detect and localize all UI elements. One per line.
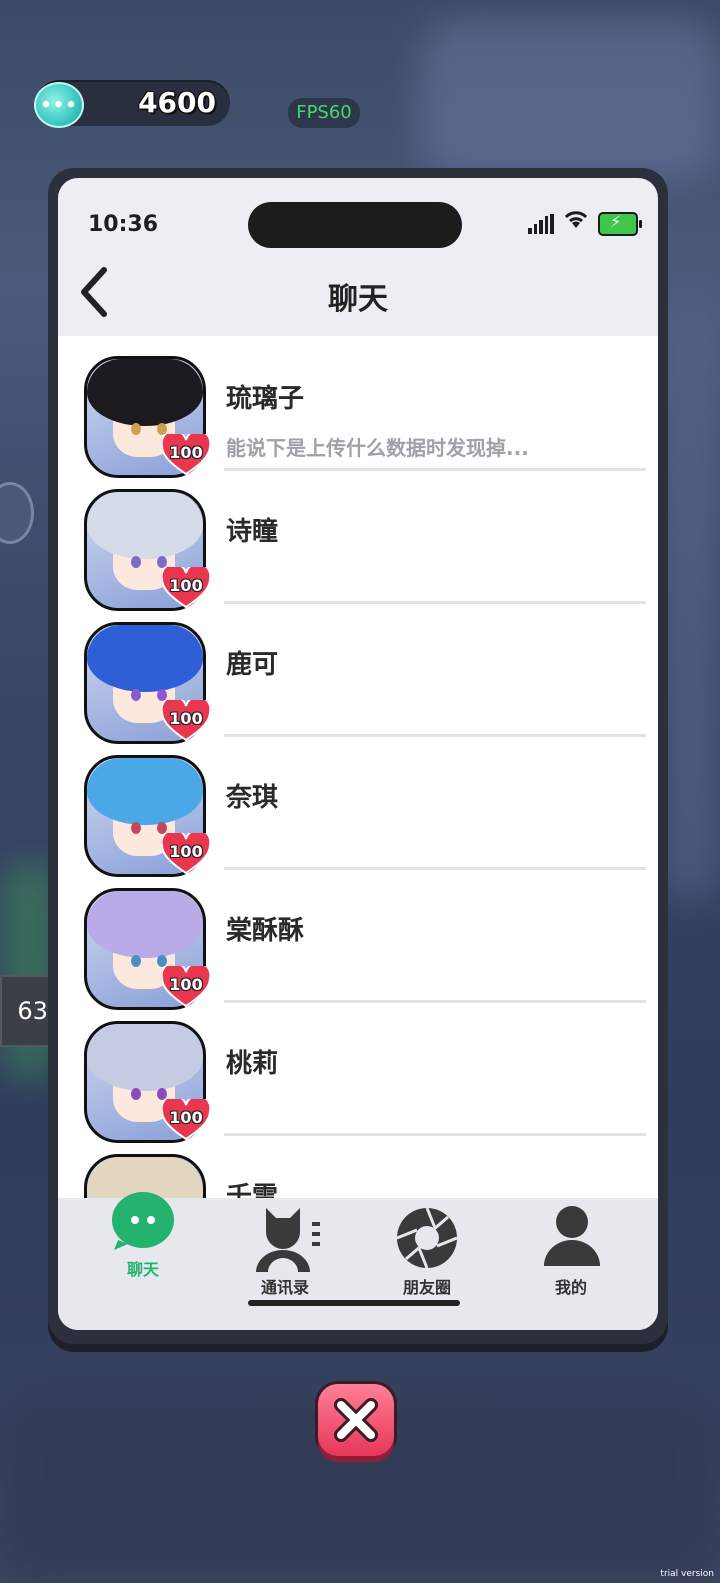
affinity-value: 100 bbox=[169, 443, 203, 462]
background-scene bbox=[420, 20, 720, 180]
chat-row[interactable]: 100 鹿可 bbox=[58, 602, 658, 744]
message-preview: 能说下是上传什么数据时发现掉... bbox=[226, 436, 529, 460]
home-indicator[interactable] bbox=[248, 1300, 460, 1306]
phone-frame: 10:36 ⚡ 聊天 100 琉璃子 能说下是上传什么数据时发现掉... 100… bbox=[48, 168, 668, 1344]
chat-row[interactable]: 100 奈琪 bbox=[58, 735, 658, 877]
chat-row[interactable]: 100 棠酥酥 bbox=[58, 868, 658, 1010]
contact-name: 鹿可 bbox=[226, 650, 279, 680]
contact-name: 奈琪 bbox=[226, 783, 279, 813]
profile-icon bbox=[544, 1206, 600, 1266]
chat-row[interactable]: 100 诗瞳 bbox=[58, 469, 658, 611]
chat-row[interactable]: 100 桃莉 bbox=[58, 1001, 658, 1143]
chat-coin-icon: ••• bbox=[34, 82, 84, 128]
contact-name: 千雪 bbox=[226, 1182, 279, 1198]
affinity-heart-badge: 100 bbox=[160, 1094, 212, 1141]
status-time: 10:36 bbox=[88, 212, 159, 237]
affinity-value: 100 bbox=[169, 576, 203, 595]
dynamic-island bbox=[248, 202, 462, 248]
tab-label: 通讯录 bbox=[260, 1278, 309, 1297]
phone-screen: 10:36 ⚡ 聊天 100 琉璃子 能说下是上传什么数据时发现掉... 100… bbox=[58, 178, 658, 1330]
contact-name: 诗瞳 bbox=[226, 517, 279, 547]
chat-bubble-icon bbox=[112, 1192, 174, 1250]
tab-moments[interactable]: 朋友圈 bbox=[362, 1198, 492, 1308]
affinity-heart-badge: 100 bbox=[160, 828, 212, 875]
status-bar: 10:36 ⚡ bbox=[58, 178, 658, 248]
chat-row[interactable]: 100 琉璃子 能说下是上传什么数据时发现掉... bbox=[58, 336, 658, 478]
tab-label: 聊天 bbox=[126, 1260, 159, 1279]
contacts-icon bbox=[256, 1208, 320, 1272]
affinity-heart-badge: 100 bbox=[160, 961, 212, 1008]
affinity-heart-badge: 100 bbox=[160, 562, 212, 609]
close-button[interactable] bbox=[318, 1384, 394, 1456]
tab-chat[interactable]: 聊天 bbox=[78, 1192, 208, 1308]
chat-header: 聊天 bbox=[58, 250, 658, 336]
fps-counter: FPS60 bbox=[288, 98, 360, 128]
tab-profile[interactable]: 我的 bbox=[506, 1198, 636, 1308]
contact-name: 棠酥酥 bbox=[226, 916, 305, 946]
affinity-value: 100 bbox=[169, 709, 203, 728]
affinity-value: 100 bbox=[169, 842, 203, 861]
watermark-text: trial version bbox=[660, 1569, 714, 1579]
page-title: 聊天 bbox=[328, 282, 388, 317]
close-icon bbox=[334, 1398, 378, 1442]
affinity-heart-badge: 100 bbox=[160, 429, 212, 476]
battery-icon: ⚡ bbox=[598, 212, 642, 236]
currency-counter: ••• 4600 bbox=[34, 80, 230, 128]
signal-icon bbox=[528, 214, 554, 234]
affinity-value: 100 bbox=[169, 975, 203, 994]
tab-contacts[interactable]: 通讯录 bbox=[220, 1198, 350, 1308]
camera-aperture-icon bbox=[396, 1207, 458, 1269]
tab-label: 我的 bbox=[554, 1278, 587, 1297]
coin-amount: 4600 bbox=[138, 86, 216, 119]
chat-list[interactable]: 100 琉璃子 能说下是上传什么数据时发现掉... 100 诗瞳 100 鹿可 … bbox=[58, 336, 658, 1198]
bottom-tab-bar: 聊天 通讯录 朋友圈 我的 bbox=[58, 1192, 658, 1330]
wifi-icon bbox=[562, 208, 590, 236]
affinity-heart-badge: 100 bbox=[160, 695, 212, 742]
side-handle[interactable] bbox=[0, 482, 34, 544]
contact-name: 桃莉 bbox=[226, 1049, 279, 1079]
tab-label: 朋友圈 bbox=[402, 1278, 451, 1297]
chat-row[interactable]: 千雪 bbox=[58, 1134, 658, 1198]
affinity-value: 100 bbox=[169, 1108, 203, 1127]
background-scene bbox=[660, 300, 720, 900]
contact-name: 琉璃子 bbox=[226, 384, 305, 414]
